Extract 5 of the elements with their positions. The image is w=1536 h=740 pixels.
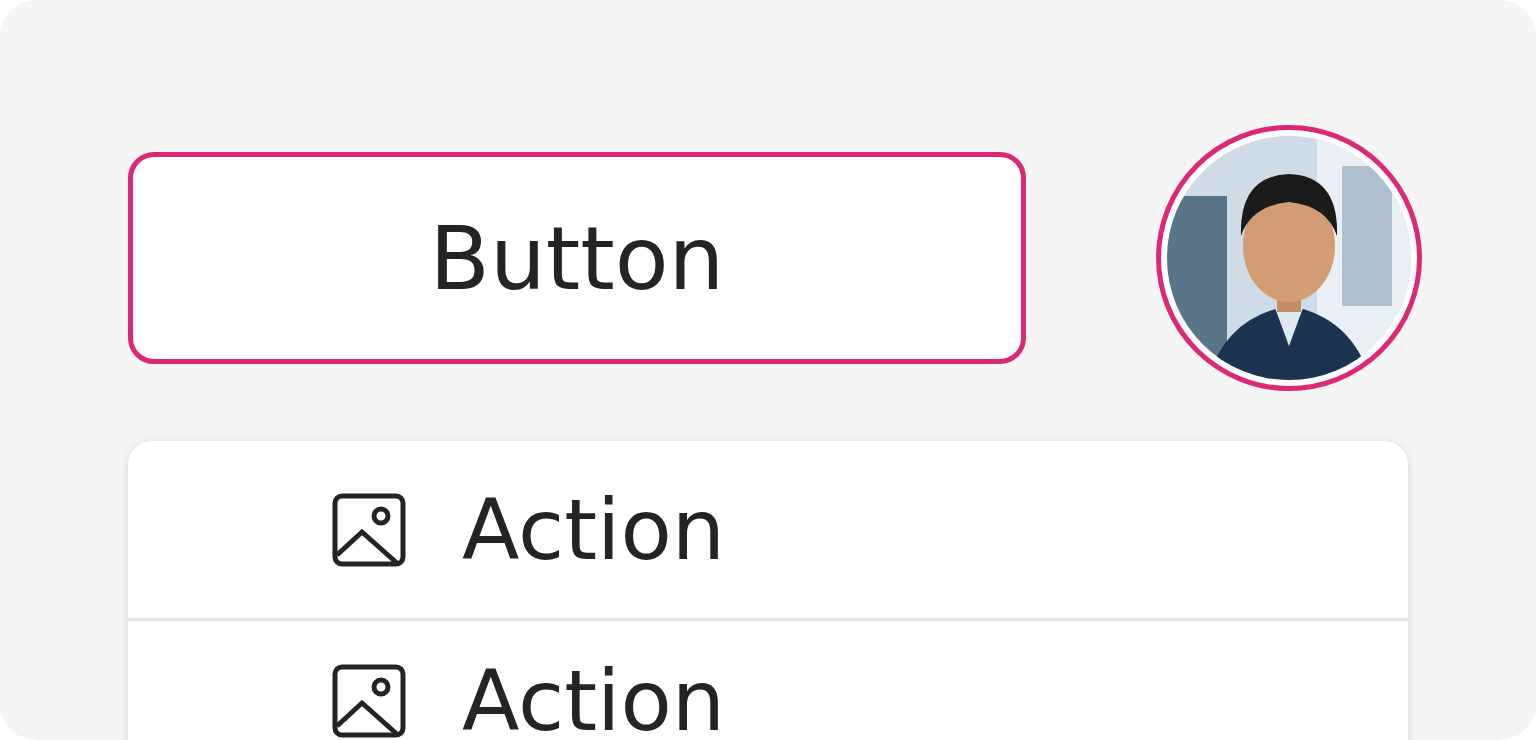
button[interactable]: Button (128, 152, 1026, 364)
image-icon (332, 492, 406, 567)
menu-item[interactable]: Action (128, 621, 1408, 740)
menu-item[interactable]: Action (128, 441, 1408, 621)
image-icon (332, 664, 406, 738)
